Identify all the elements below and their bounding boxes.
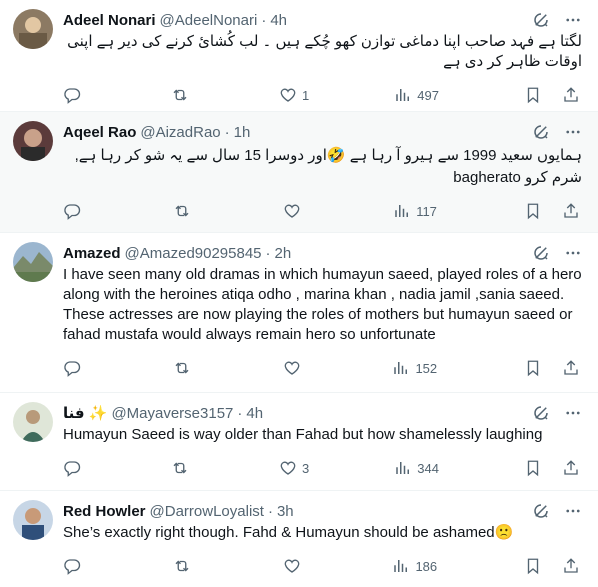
author-name[interactable]: Aqeel Rao — [63, 124, 136, 141]
grok-icon[interactable] — [532, 404, 550, 422]
tweet-text-line-2: شرم کرو bagherato — [453, 169, 582, 186]
tweet-actions: 3 344 — [63, 449, 582, 487]
timestamp[interactable]: 4h — [270, 12, 287, 29]
view-count: 152 — [415, 360, 438, 376]
view-count: 117 — [416, 203, 437, 219]
bookmark-button[interactable] — [524, 557, 542, 575]
author-handle[interactable]: @Mayaverse3157 — [111, 405, 233, 422]
author-name[interactable]: Amazed — [63, 245, 121, 262]
timestamp[interactable]: 2h — [275, 245, 292, 262]
tweet[interactable]: Amazed @Amazed90295845 · 2h I have seen … — [0, 233, 598, 393]
reply-button[interactable] — [63, 557, 86, 575]
author-name[interactable]: Adeel Nonari — [63, 12, 156, 29]
tweet[interactable]: Adeel Nonari @AdeelNonari · 4h لگتا ہے ف… — [0, 0, 598, 112]
more-icon[interactable] — [564, 502, 582, 520]
reply-button[interactable] — [63, 202, 86, 220]
tweet-text: She’s exactly right though. Fahd & Humay… — [63, 524, 514, 541]
tweet-actions: 1 497 — [63, 76, 582, 114]
share-button[interactable] — [562, 86, 580, 104]
avatar[interactable] — [13, 402, 53, 442]
reply-feed: Adeel Nonari @AdeelNonari · 4h لگتا ہے ف… — [0, 0, 598, 587]
more-icon[interactable] — [564, 123, 582, 141]
tweet[interactable]: فنا ✨ @Mayaverse3157 · 4h Humayun Saeed … — [0, 393, 598, 491]
tweet-text: Humayun Saeed is way older than Fahad bu… — [63, 426, 543, 443]
reply-button[interactable] — [63, 359, 86, 377]
views-button[interactable]: 186 — [392, 557, 437, 575]
retweet-button[interactable] — [173, 359, 196, 377]
like-button[interactable] — [283, 359, 306, 377]
view-count: 344 — [417, 460, 439, 476]
grok-icon[interactable] — [532, 11, 550, 29]
separator-dot: · — [265, 244, 271, 262]
share-button[interactable] — [562, 202, 580, 220]
like-count: 3 — [302, 460, 310, 476]
author-handle[interactable]: @DarrowLoyalist — [150, 503, 264, 520]
views-button[interactable]: 497 — [394, 86, 439, 104]
retweet-button[interactable] — [173, 557, 196, 575]
avatar[interactable] — [13, 242, 53, 282]
tweet-actions: 186 — [63, 547, 582, 585]
avatar[interactable] — [13, 500, 53, 540]
separator-dot: · — [224, 123, 230, 141]
avatar[interactable] — [13, 9, 53, 49]
reply-button[interactable] — [63, 86, 86, 104]
views-button[interactable]: 344 — [394, 459, 439, 477]
tweet-text: لگتا ہے فہد صاحب اپنا دماغی توازن کھو چُ… — [67, 33, 582, 70]
author-name[interactable]: Red Howler — [63, 503, 146, 520]
tweet-text: I have seen many old dramas in which hum… — [63, 266, 582, 343]
grok-icon[interactable] — [532, 244, 550, 262]
retweet-button[interactable] — [171, 459, 194, 477]
tweet[interactable]: Aqeel Rao @AizadRao · 1h ہمایوں سعید 199… — [0, 112, 598, 233]
share-button[interactable] — [562, 459, 580, 477]
like-button[interactable] — [283, 202, 306, 220]
author-handle[interactable]: @AdeelNonari — [160, 12, 258, 29]
bookmark-button[interactable] — [524, 359, 542, 377]
timestamp[interactable]: 1h — [234, 124, 251, 141]
grok-icon[interactable] — [532, 502, 550, 520]
reply-button[interactable] — [63, 459, 86, 477]
more-icon[interactable] — [564, 404, 582, 422]
bookmark-button[interactable] — [524, 459, 542, 477]
share-button[interactable] — [562, 359, 580, 377]
timestamp[interactable]: 4h — [246, 405, 263, 422]
like-button[interactable]: 3 — [279, 459, 309, 477]
author-name[interactable]: فنا ✨ — [63, 404, 107, 422]
bookmark-button[interactable] — [524, 202, 542, 220]
separator-dot: · — [261, 11, 267, 29]
timestamp[interactable]: 3h — [277, 503, 294, 520]
avatar[interactable] — [13, 121, 53, 161]
author-handle[interactable]: @Amazed90295845 — [125, 245, 262, 262]
like-button[interactable]: 1 — [279, 86, 309, 104]
grok-icon[interactable] — [532, 123, 550, 141]
tweet-actions: 152 — [63, 349, 582, 387]
like-button[interactable] — [283, 557, 306, 575]
separator-dot: · — [267, 502, 273, 520]
retweet-button[interactable] — [171, 86, 194, 104]
bookmark-button[interactable] — [524, 86, 542, 104]
author-handle[interactable]: @AizadRao — [140, 124, 220, 141]
tweet-actions: 117 — [63, 192, 582, 230]
more-icon[interactable] — [564, 244, 582, 262]
more-icon[interactable] — [564, 11, 582, 29]
views-button[interactable]: 117 — [393, 202, 437, 220]
view-count: 497 — [417, 87, 439, 103]
share-button[interactable] — [562, 557, 580, 575]
like-count: 1 — [302, 87, 310, 103]
view-count: 186 — [415, 558, 438, 574]
tweet[interactable]: Red Howler @DarrowLoyalist · 3h She’s ex… — [0, 491, 598, 587]
retweet-button[interactable] — [173, 202, 196, 220]
tweet-text-line-1: ہمایوں سعید 1999 سے ہیرو آ رہا ہے 🤣اور د… — [74, 147, 582, 164]
separator-dot: · — [237, 404, 243, 422]
views-button[interactable]: 152 — [392, 359, 437, 377]
